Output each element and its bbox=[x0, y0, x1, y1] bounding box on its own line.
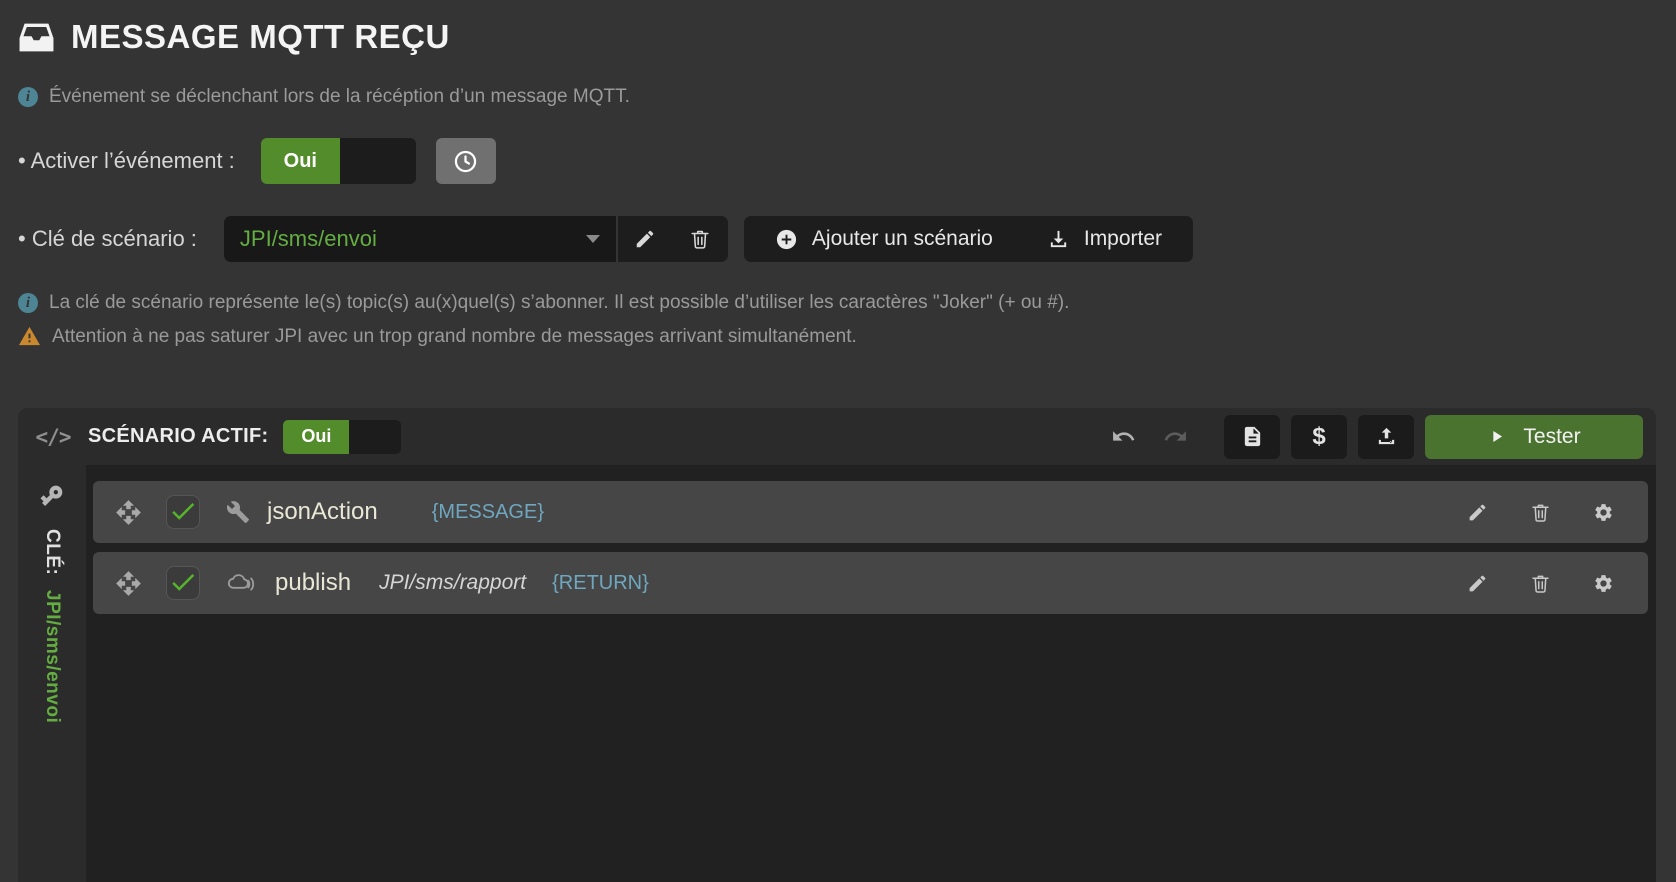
redo-button[interactable] bbox=[1163, 424, 1188, 449]
code-icon: </> bbox=[35, 424, 72, 449]
action-name: publish bbox=[275, 569, 352, 596]
inbox-icon bbox=[18, 19, 55, 56]
scenario-editor-body: CLÉ: JPI/sms/envoi jsonAction {MESSAGE} … bbox=[18, 465, 1656, 882]
delete-key-button[interactable] bbox=[673, 216, 728, 262]
move-icon[interactable] bbox=[115, 499, 142, 526]
delete-action-button[interactable] bbox=[1530, 502, 1551, 523]
page-title: MESSAGE MQTT REÇU bbox=[71, 18, 450, 55]
play-icon bbox=[1487, 427, 1506, 446]
sidebar-key-value: JPI/sms/envoi bbox=[42, 590, 63, 724]
undo-button[interactable] bbox=[1111, 424, 1136, 449]
settings-action-button[interactable] bbox=[1593, 502, 1614, 523]
sidebar-key-vertical-label: CLÉ: JPI/sms/envoi bbox=[41, 529, 63, 723]
export-button[interactable] bbox=[1358, 414, 1414, 459]
gear-icon bbox=[1593, 502, 1614, 523]
event-description: i Événement se déclenchant lors de la ré… bbox=[18, 86, 1676, 108]
plus-circle-icon bbox=[775, 228, 798, 251]
test-button-label: Tester bbox=[1523, 424, 1581, 448]
scenario-editor-panel: </> SCÉNARIO ACTIF: Oui $ Tester CLÉ: JP… bbox=[18, 408, 1656, 882]
clock-icon bbox=[452, 148, 479, 175]
caret-down-icon bbox=[585, 235, 600, 243]
page-header: MESSAGE MQTT REÇU bbox=[0, 0, 1676, 56]
schedule-button[interactable] bbox=[435, 138, 496, 184]
scenario-key-edit-group bbox=[617, 216, 728, 262]
add-scenario-button[interactable]: Ajouter un scénario bbox=[769, 226, 999, 252]
scenario-key-info: i La clé de scénario représente le(s) to… bbox=[18, 292, 1676, 314]
event-description-text: Événement se déclenchant lors de la récé… bbox=[49, 86, 630, 107]
pencil-icon bbox=[1467, 502, 1488, 523]
scenario-key-selected-value: JPI/sms/envoi bbox=[239, 226, 377, 251]
scenario-active-label: SCÉNARIO ACTIF: bbox=[88, 425, 269, 447]
action-row-publish: publish JPI/sms/rapport {RETURN} bbox=[93, 552, 1648, 614]
view-source-button[interactable] bbox=[1224, 414, 1280, 459]
trash-icon bbox=[1530, 573, 1551, 594]
document-icon bbox=[1241, 425, 1264, 448]
scenario-sidebar: CLÉ: JPI/sms/envoi bbox=[18, 465, 86, 882]
trash-icon bbox=[1530, 502, 1551, 523]
row-actions bbox=[1467, 573, 1626, 594]
enable-event-row: • Activer l’événement : Oui bbox=[18, 138, 1676, 184]
edit-action-button[interactable] bbox=[1467, 573, 1488, 594]
move-icon[interactable] bbox=[115, 570, 142, 597]
info-circle-icon: i bbox=[18, 293, 38, 313]
scenario-key-warning-text: Attention à ne pas saturer JPI avec un t… bbox=[52, 325, 857, 347]
scenario-key-label: • Clé de scénario : bbox=[18, 226, 197, 251]
action-row-jsonaction: jsonAction {MESSAGE} bbox=[93, 481, 1648, 543]
cloud-publish-icon bbox=[226, 570, 258, 596]
gear-icon bbox=[1593, 573, 1614, 594]
edit-key-button[interactable] bbox=[618, 216, 673, 262]
check-icon bbox=[168, 570, 198, 597]
toggle-on-segment: Oui bbox=[260, 138, 340, 184]
toggle-off-segment bbox=[349, 419, 402, 454]
action-name: jsonAction bbox=[267, 498, 378, 525]
action-enabled-checkbox[interactable] bbox=[166, 566, 200, 600]
scenario-editor-toolbar: </> SCÉNARIO ACTIF: Oui $ Tester bbox=[18, 408, 1656, 465]
import-button[interactable]: Importer bbox=[1041, 226, 1168, 252]
row-actions bbox=[1467, 502, 1626, 523]
variables-button[interactable]: $ bbox=[1291, 414, 1347, 459]
pencil-icon bbox=[634, 228, 656, 250]
info-circle-icon: i bbox=[18, 87, 38, 107]
scenario-key-info-text: La clé de scénario représente le(s) topi… bbox=[49, 292, 1070, 313]
toggle-off-segment bbox=[339, 138, 416, 184]
scenario-active-toggle[interactable]: Oui bbox=[283, 419, 402, 454]
toggle-on-segment: Oui bbox=[283, 419, 350, 454]
action-enabled-checkbox[interactable] bbox=[166, 495, 200, 529]
key-icon bbox=[39, 483, 65, 509]
action-tag: {RETURN} bbox=[552, 571, 649, 594]
sidebar-key-label: CLÉ: bbox=[42, 529, 63, 576]
enable-event-toggle[interactable]: Oui bbox=[260, 138, 416, 184]
upload-icon bbox=[1375, 425, 1398, 448]
action-topic: JPI/sms/rapport bbox=[379, 571, 527, 594]
check-icon bbox=[168, 499, 198, 526]
add-scenario-label: Ajouter un scénario bbox=[811, 227, 993, 250]
enable-event-label: • Activer l’événement : bbox=[18, 148, 235, 173]
settings-action-button[interactable] bbox=[1593, 573, 1614, 594]
trash-icon bbox=[689, 228, 711, 250]
edit-action-button[interactable] bbox=[1467, 502, 1488, 523]
scenario-actions-group: Ajouter un scénario Importer bbox=[743, 216, 1194, 262]
test-button[interactable]: Tester bbox=[1425, 414, 1643, 459]
action-tag: {MESSAGE} bbox=[431, 500, 545, 523]
redo-icon bbox=[1163, 424, 1188, 449]
scenario-actions-list: jsonAction {MESSAGE} publish JPI/sms/rap… bbox=[86, 465, 1656, 882]
delete-action-button[interactable] bbox=[1530, 573, 1551, 594]
warning-triangle-icon bbox=[18, 325, 41, 348]
import-label: Importer bbox=[1083, 227, 1163, 250]
pencil-icon bbox=[1467, 573, 1488, 594]
undo-icon bbox=[1111, 424, 1136, 449]
dollar-icon: $ bbox=[1312, 422, 1326, 450]
wrench-icon bbox=[226, 500, 250, 524]
scenario-key-row: • Clé de scénario : JPI/sms/envoi Ajoute… bbox=[18, 216, 1676, 262]
download-icon bbox=[1047, 228, 1070, 251]
scenario-key-warning: Attention à ne pas saturer JPI avec un t… bbox=[18, 325, 1676, 348]
scenario-key-select[interactable]: JPI/sms/envoi bbox=[223, 216, 616, 262]
